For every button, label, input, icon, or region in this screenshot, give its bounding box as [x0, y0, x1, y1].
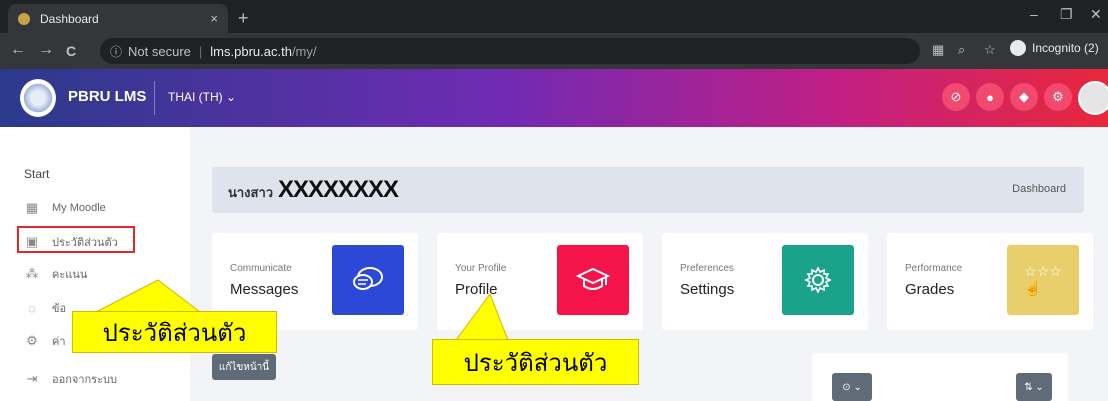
sidebar-item-label: ออกจากระบบ [52, 374, 117, 386]
card-subtitle: Preferences [680, 263, 734, 274]
card-title: Settings [680, 281, 735, 298]
messages-icon: ◌ [28, 300, 36, 316]
edit-page-button[interactable]: แก้ไขหน้านี้ [212, 354, 276, 380]
graduation-cap-icon [557, 245, 629, 315]
card-grades[interactable]: Performance Grades ☆☆☆ ☝ [887, 233, 1093, 330]
sidebar-item-settings[interactable]: ⚙ ค่า [24, 332, 66, 350]
sort-button[interactable]: ⇅ ⌄ [1016, 373, 1052, 401]
sidebar-annotation-callout: ประวัติส่วนตัว [72, 311, 277, 353]
card-annotation-callout: ประวัติส่วนตัว [432, 339, 639, 385]
settings-icon: ⚙ [26, 333, 38, 348]
sidebar-item-grades[interactable]: ⁂ คะแนน [24, 265, 88, 283]
address-bar[interactable]: ⓘ Not secure | lms.pbru.ac.th /my/ [100, 38, 920, 64]
user-fullname: นางสาว [228, 185, 274, 200]
messages-chat-icon[interactable]: ◆ [1010, 83, 1038, 111]
bookmark-star-icon[interactable]: ☆ [984, 42, 996, 58]
card-title: Messages [230, 281, 299, 298]
sidebar-item-label: ข้อ [52, 303, 67, 315]
tab-close-icon[interactable]: × [210, 11, 218, 26]
site-brand[interactable]: PBRU LMS [68, 88, 146, 105]
hide-blocks-icon[interactable]: ⊘ [942, 83, 970, 111]
university-logo[interactable] [20, 79, 56, 117]
card-subtitle: Performance [905, 263, 963, 274]
gear-icon [782, 245, 854, 315]
breadcrumb[interactable]: Dashboard [1012, 183, 1066, 195]
card-subtitle: Communicate [230, 263, 292, 274]
main-content: นางสาว XXXXXXXX Dashboard Communicate Me… [190, 127, 1108, 401]
sidebar: Start ▦ My Moodle ▣ ประวัติส่วนตัว ⁂ คะแ… [0, 127, 190, 401]
lms-header: PBRU LMS THAI (TH) ⌄ ⊘ ● ◆ ⚙ [0, 69, 1108, 127]
sidebar-start-heading: Start [24, 167, 50, 181]
minimize-icon[interactable]: – [1030, 6, 1038, 22]
sidebar-item-label: ค่า [52, 336, 66, 348]
page-header: นางสาว XXXXXXXX Dashboard [212, 167, 1084, 213]
new-tab-button[interactable]: + [238, 8, 249, 29]
browser-toolbar: ← → C ⓘ Not secure | lms.pbru.ac.th /my/… [0, 33, 1108, 69]
sidebar-item-my-moodle[interactable]: ▦ My Moodle [24, 200, 106, 216]
browser-tab-bar: Dashboard × + – ❐ ✕ [0, 0, 1108, 33]
chat-icon [332, 245, 404, 315]
notification-bell-icon[interactable]: ● [976, 83, 1004, 111]
url-path: /my/ [291, 43, 317, 59]
card-profile[interactable]: Your Profile Profile [437, 233, 643, 330]
card-title: Profile [455, 281, 498, 298]
sidebar-item-messages[interactable]: ◌ ข้อ [24, 299, 66, 317]
tab-title: Dashboard [40, 11, 99, 26]
grades-icon: ⁂ [25, 266, 39, 281]
close-window-icon[interactable]: ✕ [1090, 6, 1102, 23]
maximize-icon[interactable]: ❐ [1060, 6, 1073, 23]
card-subtitle: Your Profile [455, 263, 507, 274]
header-divider [154, 81, 155, 115]
incognito-indicator[interactable]: Incognito (2) [1010, 40, 1099, 56]
sidebar-item-label: My Moodle [52, 202, 106, 214]
browser-tab-dashboard[interactable]: Dashboard × [8, 4, 228, 33]
card-title: Grades [905, 281, 955, 298]
translate-icon[interactable]: ▦ [932, 42, 944, 58]
url-host: lms.pbru.ac.th [210, 43, 292, 59]
zoom-icon[interactable]: ⌕ [958, 42, 965, 58]
highlight-box [17, 226, 135, 253]
info-icon[interactable]: ⓘ [110, 43, 122, 60]
user-avatar[interactable] [1078, 81, 1108, 115]
sidebar-item-logout[interactable]: ⇥ ออกจากระบบ [24, 370, 117, 388]
settings-gear-icon[interactable]: ⚙ [1044, 83, 1072, 111]
site-favicon-icon [18, 12, 30, 25]
incognito-label: Incognito (2) [1032, 41, 1099, 55]
sidebar-item-label: คะแนน [52, 269, 88, 281]
stars-icon: ☆☆☆ ☝ [1007, 245, 1079, 315]
timeline-filter-button[interactable]: ⊙ ⌄ [832, 373, 872, 401]
reload-button[interactable]: C [66, 43, 76, 59]
card-settings[interactable]: Preferences Settings [662, 233, 868, 330]
security-label: Not secure [128, 43, 191, 59]
forward-button[interactable]: → [38, 41, 54, 59]
language-menu[interactable]: THAI (TH) ⌄ [168, 90, 236, 104]
incognito-icon [1010, 40, 1026, 56]
logout-icon: ⇥ [26, 371, 38, 386]
dashboard-icon: ▦ [25, 200, 39, 215]
redacted-name: XXXXXXXX [278, 176, 399, 203]
separator: | [198, 43, 203, 59]
back-button[interactable]: ← [10, 41, 26, 59]
